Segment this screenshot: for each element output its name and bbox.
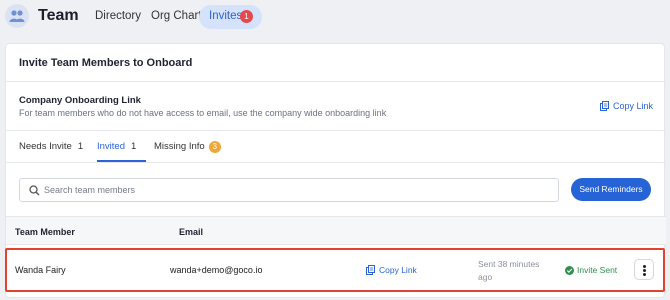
column-header-team-member: Team Member <box>15 227 75 237</box>
divider <box>6 162 666 163</box>
tab-missing-info[interactable]: Missing Info 3 <box>154 141 221 153</box>
sent-timestamp: Sent 38 minutes ago <box>478 259 540 282</box>
nav-directory[interactable]: Directory <box>95 10 141 22</box>
search-placeholder: Search team members <box>44 185 136 195</box>
table-header: Team Member Email <box>6 216 666 245</box>
check-circle-icon <box>565 266 574 275</box>
tab-label: Invited <box>97 141 125 152</box>
table-row: Wanda Fairy wanda+demo@goco.io Copy Link… <box>5 248 665 292</box>
app-title: Team <box>38 7 79 24</box>
tab-label: Missing Info <box>154 141 205 152</box>
status-badge: Invite Sent <box>565 265 617 275</box>
search-icon <box>29 185 40 196</box>
copy-link-icon <box>600 101 609 111</box>
card-title: Invite Team Members to Onboard <box>19 57 193 69</box>
status-label: Invite Sent <box>577 265 618 275</box>
copy-onboarding-link-button[interactable]: Copy Link <box>600 101 653 111</box>
tab-needs-invite[interactable]: Needs Invite 1 <box>19 141 83 152</box>
divider <box>6 81 666 82</box>
invite-card: Invite Team Members to Onboard Company O… <box>5 43 666 298</box>
top-navigation: Team Directory Org Chart Invites 1 <box>0 0 670 34</box>
invites-count-badge: 1 <box>240 10 253 23</box>
row-actions-button[interactable] <box>634 259 654 280</box>
column-header-email: Email <box>179 227 204 237</box>
onboarding-link-title: Company Onboarding Link <box>19 95 141 106</box>
tab-invited[interactable]: Invited 1 <box>97 141 136 152</box>
copy-link-label: Copy Link <box>379 265 417 275</box>
nav-org-chart[interactable]: Org Chart <box>151 10 202 22</box>
onboarding-link-description: For team members who do not have access … <box>19 108 387 118</box>
nav-invites-label: Invites <box>209 10 243 22</box>
divider <box>6 130 666 131</box>
nav-invites[interactable]: Invites 1 <box>199 5 262 29</box>
send-reminders-button[interactable]: Send Reminders <box>571 178 651 201</box>
copy-link-label: Copy Link <box>613 101 654 111</box>
tab-label: Needs Invite <box>19 141 72 152</box>
member-email: wanda+demo@goco.io <box>170 265 263 275</box>
copy-link-icon <box>366 265 375 275</box>
member-name: Wanda Fairy <box>15 265 66 275</box>
tab-count: 1 <box>131 141 137 152</box>
missing-info-badge: 3 <box>208 141 221 153</box>
tab-count: 1 <box>77 141 84 152</box>
team-icon <box>5 4 29 28</box>
copy-invite-link-button[interactable]: Copy Link <box>366 265 417 275</box>
search-input[interactable]: Search team members <box>19 178 559 202</box>
